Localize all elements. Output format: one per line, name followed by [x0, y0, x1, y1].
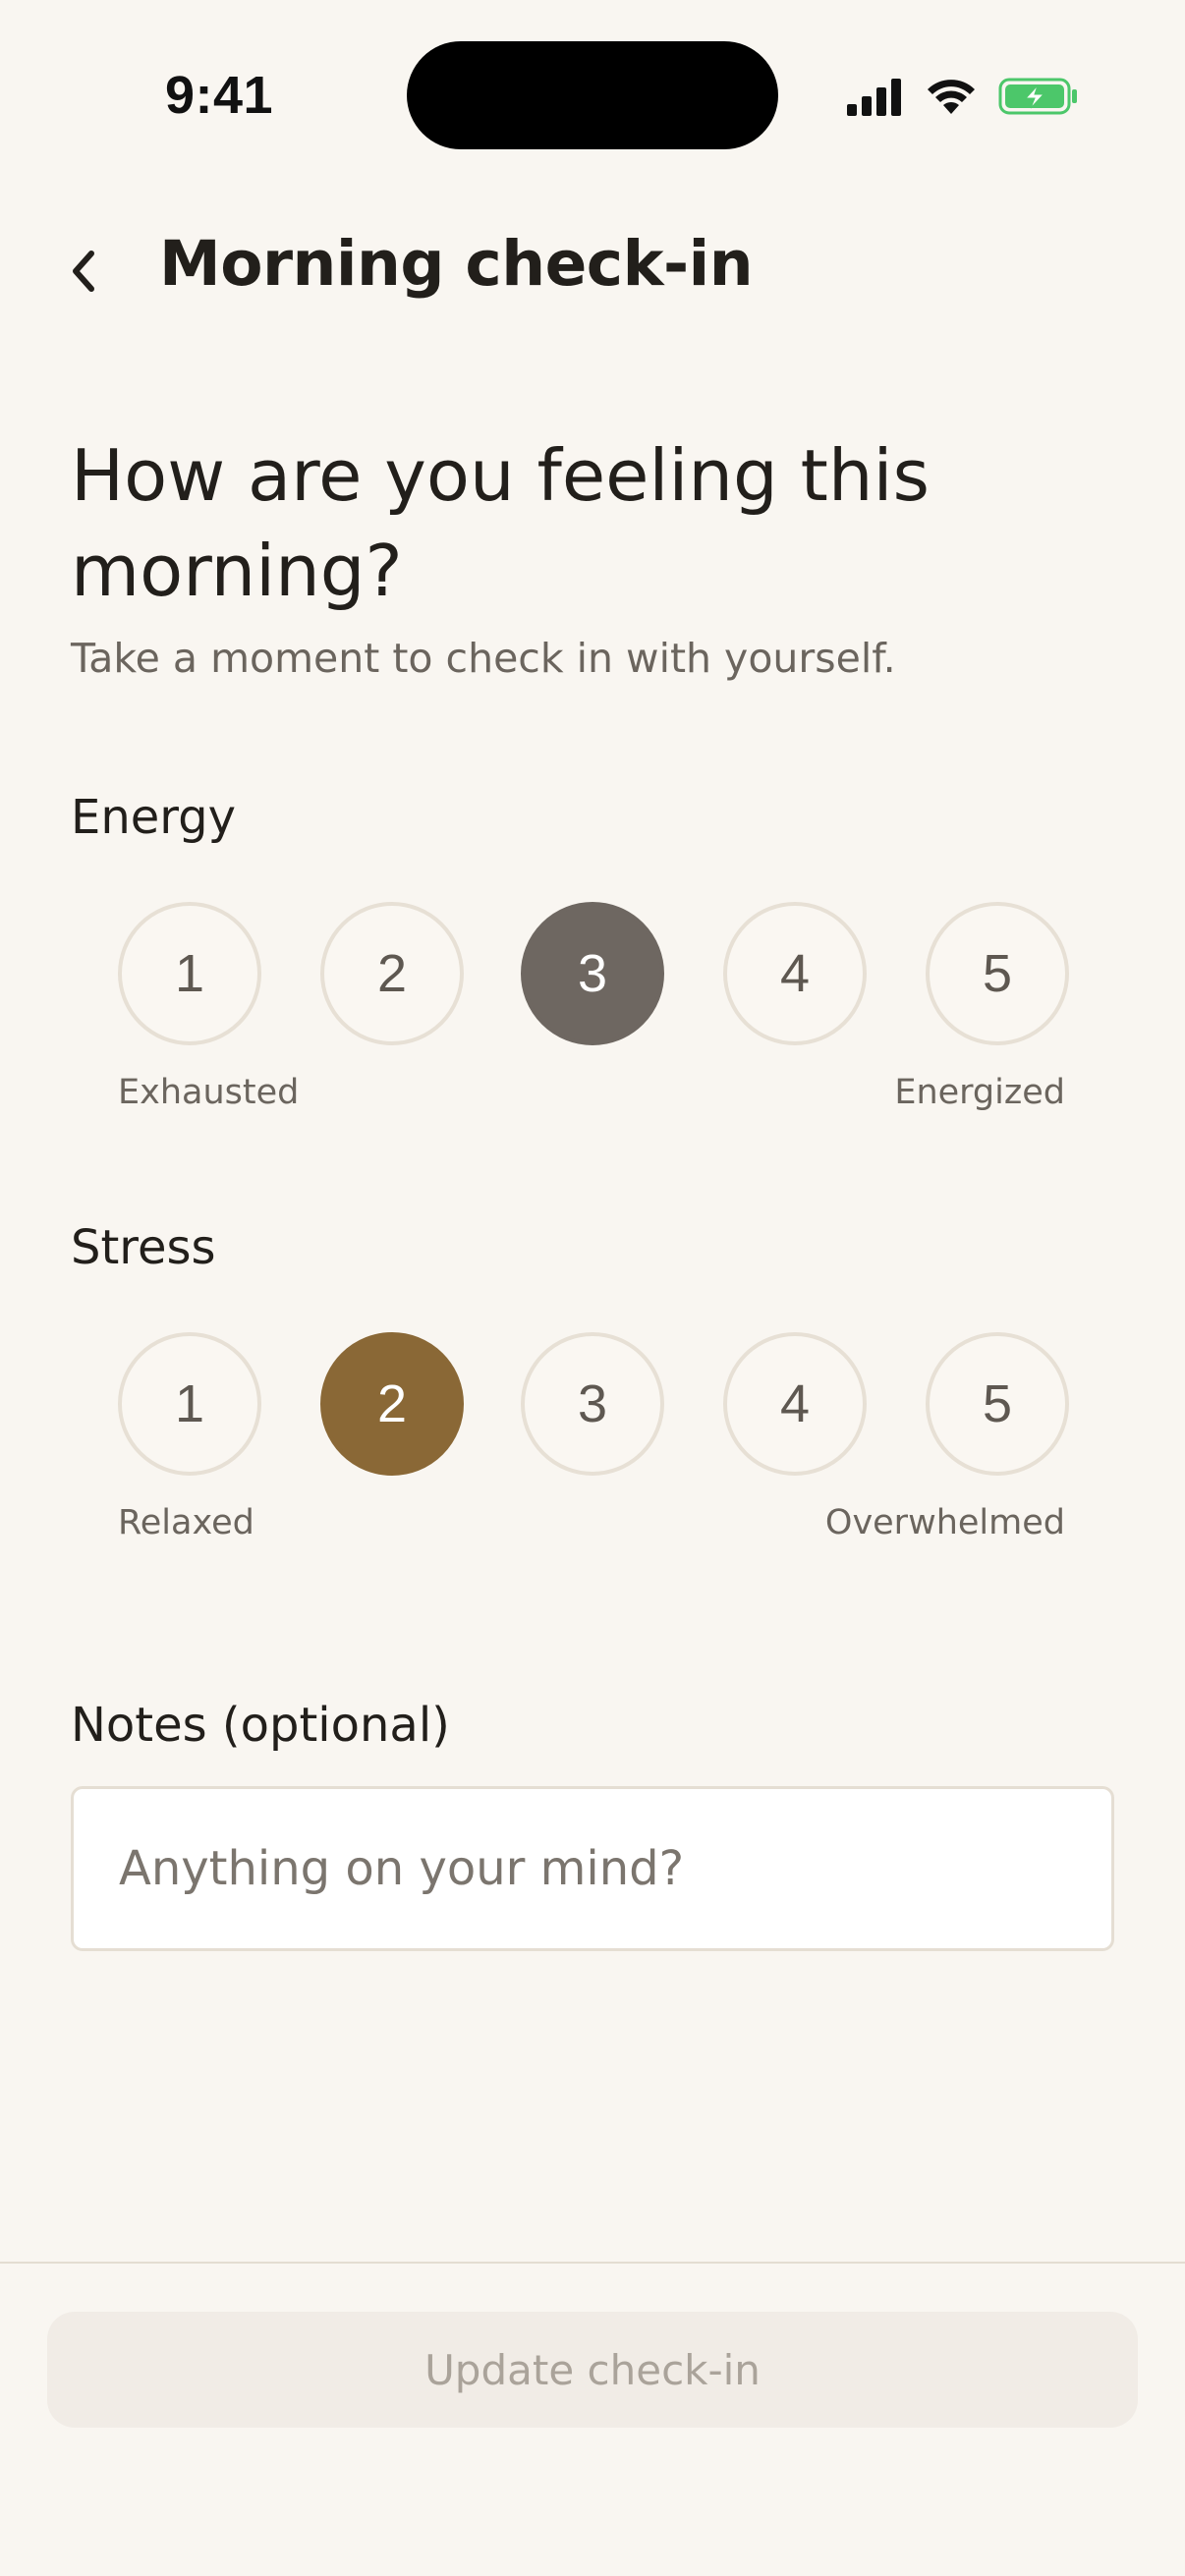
notes-label: Notes (optional): [71, 1698, 450, 1753]
energy-label: Energy: [71, 790, 237, 845]
wifi-icon: [928, 80, 975, 114]
stress-option-1[interactable]: 1: [118, 1332, 261, 1476]
dynamic-island: [407, 41, 778, 149]
stress-option-4[interactable]: 4: [723, 1332, 867, 1476]
energy-scale: 1 2 3 4 5: [118, 902, 1069, 1045]
status-bar: 9:41: [0, 0, 1185, 187]
question-subtitle: Take a moment to check in with yourself.: [71, 635, 896, 682]
energy-option-3[interactable]: 3: [521, 902, 664, 1045]
status-time: 9:41: [165, 66, 274, 125]
page-title: Morning check-in: [159, 228, 754, 300]
stress-label: Stress: [71, 1220, 216, 1275]
footer-divider: [0, 2262, 1185, 2264]
energy-option-5[interactable]: 5: [926, 902, 1069, 1045]
update-check-in-button[interactable]: Update check-in: [47, 2312, 1138, 2428]
chevron-left-icon: [73, 251, 94, 292]
notes-input[interactable]: [71, 1786, 1114, 1951]
status-icons: [847, 75, 1083, 118]
stress-option-2[interactable]: 2: [320, 1332, 464, 1476]
signal-icon: [847, 79, 901, 116]
back-button[interactable]: [49, 232, 120, 310]
check-in-screen: 9:41 Morning check-in How are you feelin…: [0, 0, 1185, 2576]
energy-low-label: Exhausted: [118, 1073, 300, 1112]
battery-charging-icon: [998, 78, 1077, 115]
stress-option-5[interactable]: 5: [926, 1332, 1069, 1476]
stress-option-3[interactable]: 3: [521, 1332, 664, 1476]
energy-option-4[interactable]: 4: [723, 902, 867, 1045]
stress-low-label: Relaxed: [118, 1503, 254, 1542]
question-title: How are you feeling this morning?: [71, 434, 931, 612]
energy-option-1[interactable]: 1: [118, 902, 261, 1045]
stress-high-label: Overwhelmed: [824, 1503, 1065, 1542]
stress-scale: 1 2 3 4 5: [118, 1332, 1069, 1476]
energy-high-label: Energized: [894, 1073, 1065, 1112]
energy-option-2[interactable]: 2: [320, 902, 464, 1045]
